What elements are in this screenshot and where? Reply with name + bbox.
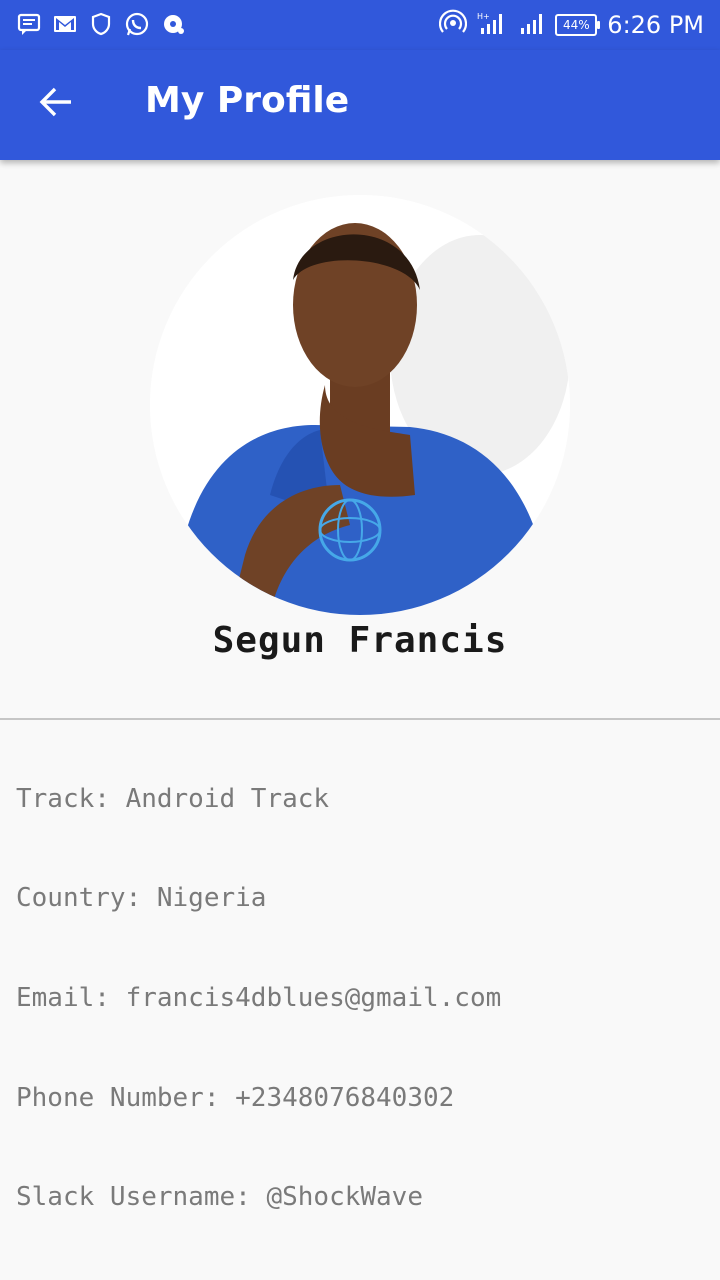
signal-icon-2 [519, 10, 545, 40]
status-bar: H+ 44% 6:26 PM [0, 0, 720, 50]
app-bar: My Profile [0, 50, 720, 160]
signal-icon: H+ [477, 10, 509, 40]
email-text: Email: francis4dblues@gmail.com [16, 983, 502, 1013]
whatsapp-icon [124, 11, 150, 37]
hotspot-icon [439, 9, 468, 41]
gmail-icon [52, 11, 78, 37]
message-icon [16, 11, 42, 37]
track-text: Track: Android Track [16, 784, 330, 814]
back-button[interactable] [26, 74, 86, 134]
arrow-back-icon [38, 84, 74, 124]
profile-name: Segun Francis [212, 620, 508, 661]
phone-text: Phone Number: +2348076840302 [16, 1083, 455, 1113]
svg-text:H+: H+ [477, 12, 490, 21]
country-text: Country: Nigeria [16, 883, 267, 913]
battery-indicator: 44% [555, 14, 601, 36]
page-title: My Profile [145, 80, 350, 121]
shield-icon [88, 11, 114, 37]
profile-avatar [150, 195, 570, 615]
slack-username-text: Slack Username: @ShockWave [16, 1182, 423, 1212]
sync-icon [160, 11, 186, 37]
clock: 6:26 PM [607, 11, 704, 39]
divider [0, 718, 720, 720]
